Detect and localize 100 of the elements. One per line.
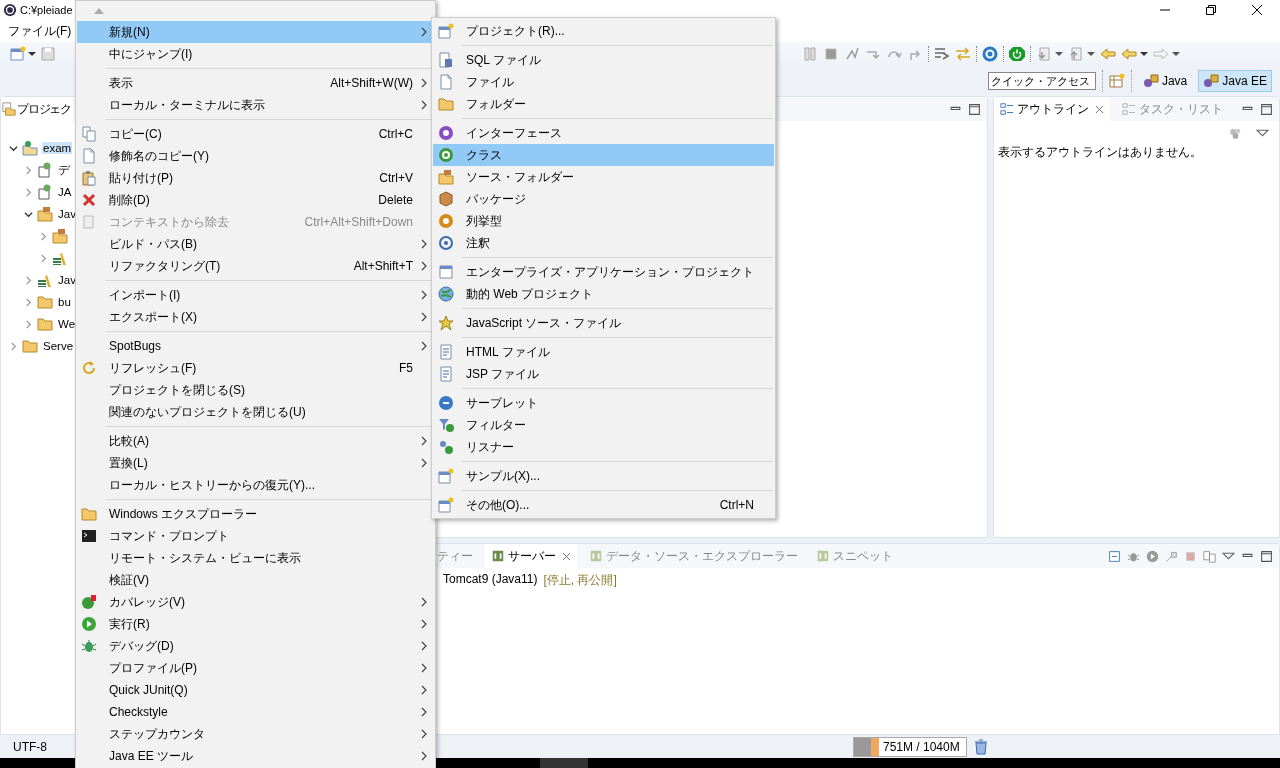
- menu-item[interactable]: インターフェース: [433, 122, 774, 144]
- menu-item[interactable]: プロジェクトを閉じる(S): [77, 379, 434, 401]
- restore-icon[interactable]: [1205, 4, 1217, 16]
- play-icon[interactable]: [1146, 549, 1159, 563]
- menu-item[interactable]: 比較(A): [77, 430, 434, 452]
- view-tab[interactable]: スニペット: [810, 544, 899, 568]
- menu-item[interactable]: クラス: [433, 144, 774, 166]
- tree-item[interactable]: We: [57, 318, 77, 330]
- document-icon: [438, 344, 454, 360]
- menu-item[interactable]: 実行(R): [77, 613, 434, 635]
- dropdown-caret-icon[interactable]: [1055, 50, 1063, 58]
- menu-item[interactable]: 削除(D) Delete: [77, 189, 434, 211]
- tree-item[interactable]: Jav: [57, 274, 77, 286]
- menu-item[interactable]: SQL ファイル: [433, 49, 774, 71]
- menu-item[interactable]: コマンド・プロンプト: [77, 525, 434, 547]
- menu-item[interactable]: 置換(L): [77, 452, 434, 474]
- profile-icon[interactable]: [1165, 549, 1178, 563]
- menu-item[interactable]: 関連のないプロジェクトを閉じる(U): [77, 401, 434, 423]
- menu-item[interactable]: ローカル・ヒストリーからの復元(Y)...: [77, 474, 434, 496]
- menu-item[interactable]: リファクタリング(T) Alt+Shift+T: [77, 255, 434, 277]
- collapse-icon[interactable]: [1108, 549, 1121, 563]
- tree-item[interactable]: Jav: [57, 208, 77, 220]
- menu-item[interactable]: ファイル: [433, 71, 774, 93]
- menu-item[interactable]: SpotBugs: [77, 335, 434, 357]
- menu-item[interactable]: JavaScript ソース・ファイル: [433, 312, 774, 334]
- gear-icon[interactable]: [982, 46, 998, 62]
- stop-icon[interactable]: [823, 46, 839, 62]
- perspective-button[interactable]: Java EE: [1198, 70, 1272, 92]
- menu-item[interactable]: ビルド・パス(B): [77, 233, 434, 255]
- menu-item[interactable]: Quick JUnit(Q): [77, 679, 434, 701]
- menu-item[interactable]: HTML ファイル: [433, 341, 774, 363]
- menu-item[interactable]: サンプル(X)...: [433, 465, 774, 487]
- dropdown-caret-icon[interactable]: [28, 50, 36, 58]
- stop-icon[interactable]: [1184, 549, 1197, 563]
- menu-item[interactable]: 表示 Alt+Shift+W(W): [77, 72, 434, 94]
- maximize-icon[interactable]: [1260, 549, 1273, 563]
- menu-item[interactable]: ローカル・ターミナルに表示: [77, 94, 434, 116]
- menu-item[interactable]: プロファイル(P): [77, 657, 434, 679]
- menu-item[interactable]: 検証(V): [77, 569, 434, 591]
- menu-item[interactable]: JSP ファイル: [433, 363, 774, 385]
- menu-item[interactable]: コピー(C) Ctrl+C: [77, 123, 434, 145]
- scroll-up-icon[interactable]: [94, 8, 104, 14]
- menu-item[interactable]: ファイル(F): [6, 22, 74, 40]
- open-perspective-icon[interactable]: [1108, 73, 1125, 89]
- menu-item[interactable]: プロジェクト(R)...: [433, 20, 774, 42]
- menu-item[interactable]: 列挙型: [433, 210, 774, 232]
- server-name[interactable]: Tomcat9 (Java11): [443, 572, 538, 589]
- menu-item[interactable]: エクスポート(X): [77, 306, 434, 328]
- menu-item[interactable]: Checkstyle: [77, 701, 434, 723]
- spheres-icon[interactable]: [1229, 127, 1242, 140]
- menu-item[interactable]: フォルダー: [433, 93, 774, 115]
- tree-item[interactable]: JA: [57, 186, 73, 198]
- maximize-icon[interactable]: [1260, 102, 1273, 116]
- publish-icon[interactable]: [1203, 549, 1216, 563]
- menu-item[interactable]: カバレッジ(V): [77, 591, 434, 613]
- view-tab[interactable]: アウトライン: [994, 97, 1110, 121]
- menu-item[interactable]: リスナー: [433, 436, 774, 458]
- perspective-button[interactable]: Java: [1137, 70, 1193, 92]
- pause-icon[interactable]: [802, 46, 818, 62]
- view-menu-icon[interactable]: [1256, 127, 1269, 140]
- menu-item[interactable]: リフレッシュ(F) F5: [77, 357, 434, 379]
- tree-item[interactable]: Serve: [42, 340, 75, 352]
- menu-item[interactable]: パッケージ: [433, 188, 774, 210]
- menu-item[interactable]: Windows エクスプローラー: [77, 503, 434, 525]
- menu-item[interactable]: Java EE ツール: [77, 745, 434, 767]
- left-arrow-icon[interactable]: [1100, 46, 1116, 62]
- connector-icon[interactable]: [844, 46, 860, 62]
- dropdown-caret-icon[interactable]: [1172, 50, 1180, 58]
- menu-item[interactable]: 新規(N): [77, 21, 434, 43]
- view-tab[interactable]: データ・ソース・エクスプローラー: [583, 544, 804, 568]
- menu-item[interactable]: 修飾名のコピー(Y): [77, 145, 434, 167]
- view-tab[interactable]: ティー: [433, 544, 479, 568]
- tree-item[interactable]: デ: [57, 162, 71, 178]
- dropdown-caret-icon[interactable]: [1087, 50, 1095, 58]
- view-tab[interactable]: プロジェク: [1, 97, 73, 121]
- menu-item[interactable]: エンタープライズ・アプリケーション・プロジェクト: [433, 261, 774, 283]
- list-arrow-icon[interactable]: [934, 46, 950, 62]
- power-icon[interactable]: [1009, 46, 1025, 62]
- swap-arrow-icon[interactable]: [955, 46, 971, 62]
- menu-item[interactable]: その他(O)... Ctrl+N: [433, 494, 774, 516]
- menu-item[interactable]: 動的 Web プロジェクト: [433, 283, 774, 305]
- menu-item[interactable]: インポート(I): [77, 284, 434, 306]
- menu-item[interactable]: リモート・システム・ビューに表示: [77, 547, 434, 569]
- view-tab[interactable]: サーバー: [485, 544, 577, 568]
- menu-item[interactable]: 中にジャンプ(I): [77, 43, 434, 65]
- trash-icon[interactable]: [973, 738, 989, 755]
- maximize-icon[interactable]: [968, 102, 981, 116]
- view-tab[interactable]: タスク・リスト: [1116, 97, 1229, 121]
- menu-item[interactable]: フィルター: [433, 414, 774, 436]
- dropdown-caret-icon[interactable]: [1140, 50, 1148, 58]
- menu-item[interactable]: ソース・フォルダー: [433, 166, 774, 188]
- tree-item[interactable]: bu: [57, 296, 72, 308]
- menu-item[interactable]: デバッグ(D): [77, 635, 434, 657]
- menu-item[interactable]: ステップカウンタ: [77, 723, 434, 745]
- tree-item[interactable]: exam: [42, 142, 73, 154]
- close-icon[interactable]: [1251, 4, 1263, 16]
- menu-item[interactable]: サーブレット: [433, 392, 774, 414]
- menu-item[interactable]: 注釈: [433, 232, 774, 254]
- menu-item[interactable]: 貼り付け(P) Ctrl+V: [77, 167, 434, 189]
- quick-access-field[interactable]: クイック・アクセス: [987, 72, 1096, 90]
